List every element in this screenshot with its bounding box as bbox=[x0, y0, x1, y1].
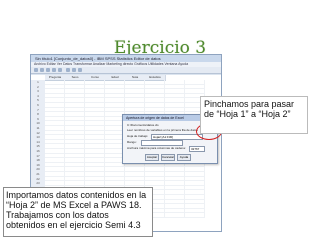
goto-icon bbox=[66, 68, 70, 72]
dialog-range-label: Rango: bbox=[127, 140, 137, 144]
dialog-checkbox-label: Leer nombres de variables en la primera … bbox=[127, 128, 198, 132]
callout-bottom: Importamos datos contenidos en la “Hoja … bbox=[3, 187, 153, 237]
sheet-select-value: Hoja2 [A1:F30] bbox=[153, 135, 174, 139]
dialog-sheet-label: Hoja de trabajo: bbox=[127, 134, 149, 138]
help-button[interactable]: Ayuda bbox=[177, 154, 191, 161]
redo-icon bbox=[58, 68, 62, 72]
variables-icon bbox=[72, 68, 76, 72]
grid-cell[interactable] bbox=[185, 213, 205, 218]
maxwidth-input[interactable]: 32767 bbox=[189, 146, 205, 152]
print-icon bbox=[46, 68, 50, 72]
window-title: Sin título1 [Conjunto_de_datos0] - IBM S… bbox=[31, 55, 221, 62]
cancel-button[interactable]: Cancelar bbox=[161, 154, 175, 161]
undo-icon bbox=[52, 68, 56, 72]
save-icon bbox=[40, 68, 44, 72]
maxwidth-value: 32767 bbox=[191, 147, 200, 151]
find-icon bbox=[78, 68, 82, 72]
dialog-file-path: C:\Documents\datos.xls bbox=[127, 123, 159, 127]
slide: Ejercicio 3 Sin título1 [Conjunto_de_dat… bbox=[0, 0, 320, 240]
callout-top: Pinchamos para pasar de “Hoja 1” a “Hoja… bbox=[200, 96, 308, 134]
grid-cell[interactable] bbox=[165, 213, 185, 218]
toolbar bbox=[31, 67, 221, 74]
dialog-maxwidth-label: Anchura máxima para columnas de cadena: bbox=[127, 146, 186, 150]
ok-button[interactable]: Aceptar bbox=[145, 154, 159, 161]
open-icon bbox=[34, 68, 38, 72]
